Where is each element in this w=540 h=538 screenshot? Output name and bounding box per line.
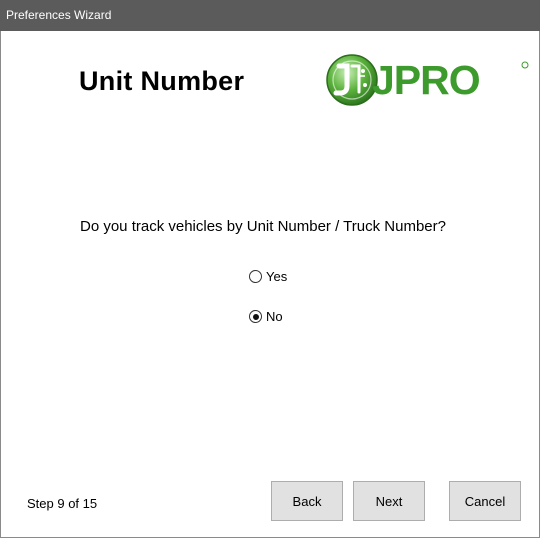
logo-wordmark: JPRO [372,57,481,103]
option-no[interactable]: No [249,309,283,324]
option-yes-label: Yes [266,269,288,284]
radio-checked-icon[interactable] [249,310,262,323]
option-yes[interactable]: Yes [249,269,287,284]
step-indicator: Step 9 of 15 [27,496,98,511]
cancel-button[interactable]: Cancel [449,481,521,521]
next-button[interactable]: Next [353,481,425,521]
back-button[interactable]: Back [271,481,343,521]
window-titlebar[interactable]: Preferences Wizard [0,0,540,31]
question-text: Do you track vehicles by Unit Number / T… [80,218,446,235]
window-title: Preferences Wizard [6,8,112,22]
option-no-label: No [266,309,283,324]
page-title: Unit Number [79,66,245,96]
radio-unchecked-icon[interactable] [249,270,262,283]
